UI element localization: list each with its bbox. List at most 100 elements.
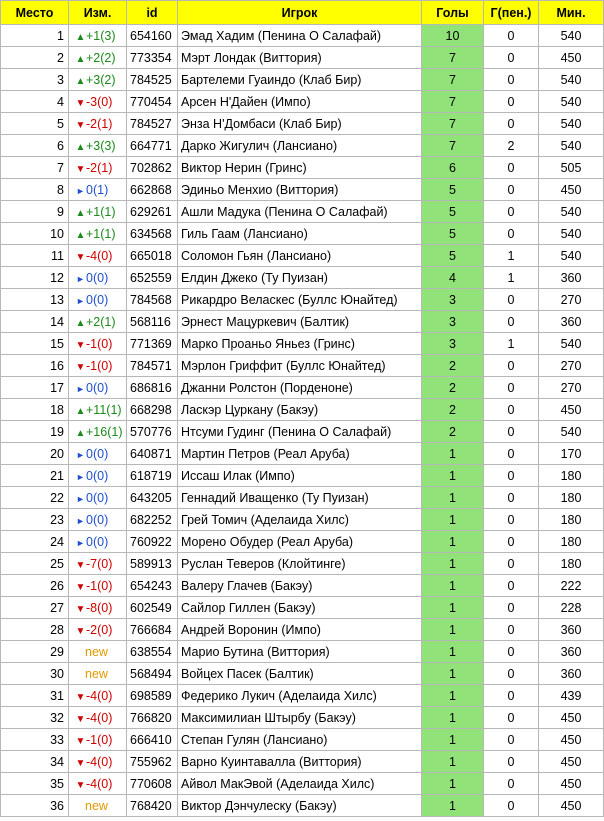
change-cell[interactable]: ▼-2(1) (68, 112, 127, 135)
goals-cell[interactable]: 7 (421, 68, 484, 91)
place-cell[interactable]: 10 (0, 222, 69, 245)
penalties-cell[interactable]: 0 (483, 530, 539, 553)
penalties-cell[interactable]: 0 (483, 574, 539, 597)
penalties-cell[interactable]: 0 (483, 618, 539, 641)
minutes-cell[interactable]: 450 (538, 772, 604, 795)
penalties-cell[interactable]: 0 (483, 640, 539, 663)
minutes-cell[interactable]: 360 (538, 310, 604, 333)
id-cell[interactable]: 634568 (126, 222, 178, 245)
place-cell[interactable]: 28 (0, 618, 69, 641)
change-cell[interactable]: ▲+2(2) (68, 46, 127, 69)
penalties-cell[interactable]: 0 (483, 68, 539, 91)
penalties-cell[interactable]: 0 (483, 90, 539, 113)
minutes-cell[interactable]: 170 (538, 442, 604, 465)
goals-cell[interactable]: 5 (421, 200, 484, 223)
penalties-cell[interactable]: 0 (483, 772, 539, 795)
player-cell[interactable]: Соломон Гьян (Лансиано) (177, 244, 422, 267)
goals-cell[interactable]: 7 (421, 134, 484, 157)
place-cell[interactable]: 12 (0, 266, 69, 289)
id-cell[interactable]: 702862 (126, 156, 178, 179)
goals-cell[interactable]: 10 (421, 24, 484, 47)
goals-cell[interactable]: 6 (421, 156, 484, 179)
change-cell[interactable]: new (68, 794, 127, 817)
change-cell[interactable]: ▼-4(0) (68, 750, 127, 773)
change-cell[interactable]: ▲+16(1) (68, 420, 127, 443)
change-cell[interactable]: ►0(0) (68, 464, 127, 487)
minutes-cell[interactable]: 540 (538, 420, 604, 443)
id-cell[interactable]: 666410 (126, 728, 178, 751)
penalties-cell[interactable]: 0 (483, 464, 539, 487)
place-cell[interactable]: 14 (0, 310, 69, 333)
change-cell[interactable]: ▼-2(0) (68, 618, 127, 641)
penalties-cell[interactable]: 0 (483, 728, 539, 751)
goals-cell[interactable]: 2 (421, 354, 484, 377)
penalties-cell[interactable]: 0 (483, 508, 539, 531)
place-cell[interactable]: 24 (0, 530, 69, 553)
minutes-cell[interactable]: 180 (538, 530, 604, 553)
player-cell[interactable]: Максимилиан Штырбу (Бакэу) (177, 706, 422, 729)
minutes-cell[interactable]: 270 (538, 376, 604, 399)
goals-cell[interactable]: 1 (421, 728, 484, 751)
player-cell[interactable]: Марио Бутина (Виттория) (177, 640, 422, 663)
goals-cell[interactable]: 1 (421, 706, 484, 729)
id-cell[interactable]: 629261 (126, 200, 178, 223)
player-cell[interactable]: Бартелеми Гуаиндо (Клаб Бир) (177, 68, 422, 91)
change-cell[interactable]: ▼-4(0) (68, 244, 127, 267)
minutes-cell[interactable]: 450 (538, 750, 604, 773)
change-cell[interactable]: ►0(0) (68, 530, 127, 553)
header-minutes[interactable]: Мин. (538, 0, 604, 25)
goals-cell[interactable]: 1 (421, 442, 484, 465)
change-cell[interactable]: ▲+1(3) (68, 24, 127, 47)
place-cell[interactable]: 17 (0, 376, 69, 399)
goals-cell[interactable]: 7 (421, 112, 484, 135)
place-cell[interactable]: 18 (0, 398, 69, 421)
minutes-cell[interactable]: 540 (538, 68, 604, 91)
place-cell[interactable]: 19 (0, 420, 69, 443)
minutes-cell[interactable]: 450 (538, 794, 604, 817)
place-cell[interactable]: 23 (0, 508, 69, 531)
minutes-cell[interactable]: 540 (538, 244, 604, 267)
player-cell[interactable]: Айвол МакЭвой (Аделаида Хилс) (177, 772, 422, 795)
goals-cell[interactable]: 5 (421, 244, 484, 267)
player-cell[interactable]: Варно Куинтавалла (Виттория) (177, 750, 422, 773)
id-cell[interactable]: 662868 (126, 178, 178, 201)
penalties-cell[interactable]: 0 (483, 420, 539, 443)
penalties-cell[interactable]: 0 (483, 354, 539, 377)
minutes-cell[interactable]: 270 (538, 354, 604, 377)
goals-cell[interactable]: 1 (421, 618, 484, 641)
player-cell[interactable]: Грей Томич (Аделаида Хилс) (177, 508, 422, 531)
place-cell[interactable]: 9 (0, 200, 69, 223)
penalties-cell[interactable]: 0 (483, 222, 539, 245)
player-cell[interactable]: Андрей Воронин (Импо) (177, 618, 422, 641)
minutes-cell[interactable]: 228 (538, 596, 604, 619)
player-cell[interactable]: Арсен Н'Дайен (Импо) (177, 90, 422, 113)
penalties-cell[interactable]: 0 (483, 684, 539, 707)
goals-cell[interactable]: 1 (421, 662, 484, 685)
place-cell[interactable]: 35 (0, 772, 69, 795)
player-cell[interactable]: Сайлор Гиллен (Бакэу) (177, 596, 422, 619)
change-cell[interactable]: ►0(0) (68, 376, 127, 399)
place-cell[interactable]: 16 (0, 354, 69, 377)
place-cell[interactable]: 31 (0, 684, 69, 707)
penalties-cell[interactable]: 0 (483, 442, 539, 465)
penalties-cell[interactable]: 0 (483, 24, 539, 47)
minutes-cell[interactable]: 360 (538, 266, 604, 289)
player-cell[interactable]: Ашли Мадука (Пенина О Салафай) (177, 200, 422, 223)
minutes-cell[interactable]: 540 (538, 24, 604, 47)
goals-cell[interactable]: 2 (421, 376, 484, 399)
minutes-cell[interactable]: 450 (538, 398, 604, 421)
penalties-cell[interactable]: 0 (483, 288, 539, 311)
penalties-cell[interactable]: 1 (483, 266, 539, 289)
id-cell[interactable]: 618719 (126, 464, 178, 487)
goals-cell[interactable]: 1 (421, 464, 484, 487)
change-cell[interactable]: ►0(1) (68, 178, 127, 201)
penalties-cell[interactable]: 0 (483, 552, 539, 575)
place-cell[interactable]: 22 (0, 486, 69, 509)
place-cell[interactable]: 3 (0, 68, 69, 91)
player-cell[interactable]: Марко Проаньо Яньез (Гринс) (177, 332, 422, 355)
goals-cell[interactable]: 2 (421, 420, 484, 443)
header-player[interactable]: Игрок (177, 0, 422, 25)
place-cell[interactable]: 32 (0, 706, 69, 729)
header-goals[interactable]: Голы (421, 0, 484, 25)
change-cell[interactable]: ▼-2(1) (68, 156, 127, 179)
